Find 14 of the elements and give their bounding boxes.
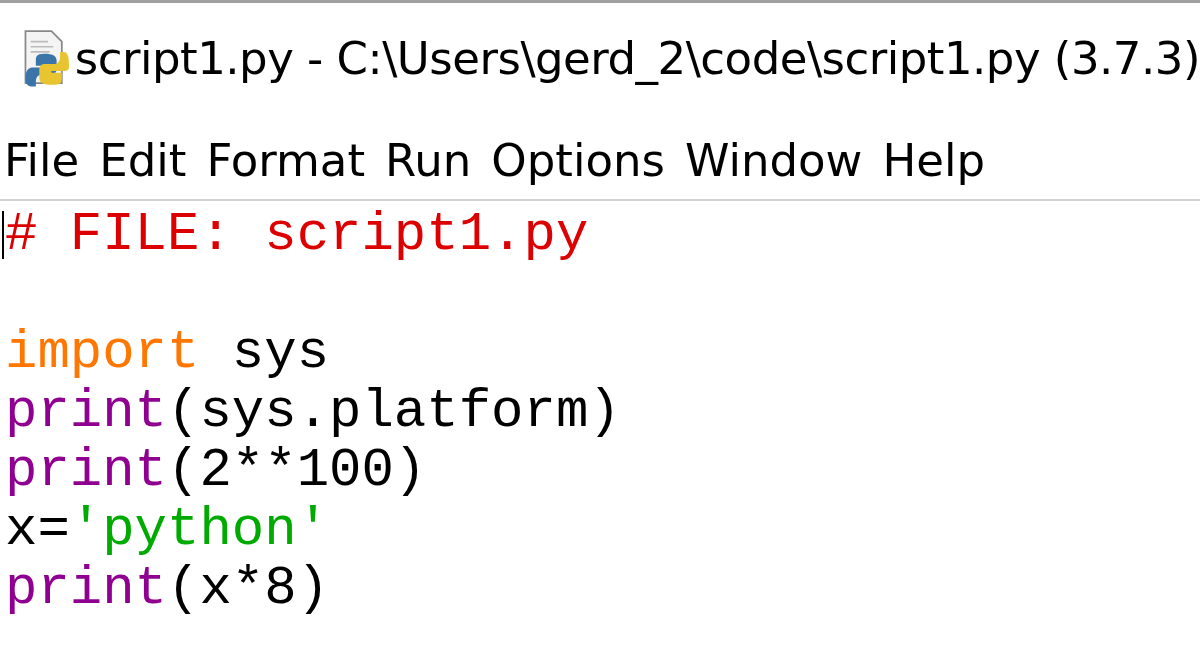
menu-item[interactable]: Window: [685, 133, 863, 187]
code-line: import sys: [5, 323, 330, 382]
menu-item[interactable]: Edit: [99, 133, 187, 187]
code-line: # FILE: script1.py: [5, 205, 589, 264]
code-line: print(x*8): [5, 559, 330, 618]
menu-item[interactable]: Run: [385, 133, 472, 187]
menu-item[interactable]: File: [4, 133, 80, 187]
menu-item[interactable]: Format: [206, 133, 366, 187]
window-title: script1.py - C:\Users\gerd_2\code\script1.py (3.7.3): [74, 31, 1200, 85]
code-line: print(2**100): [5, 441, 427, 500]
code-line: x='python': [5, 500, 330, 559]
menu-item[interactable]: Help: [882, 133, 985, 187]
menu-item[interactable]: Options: [491, 133, 665, 187]
code-line: print(sys.platform): [5, 382, 621, 441]
